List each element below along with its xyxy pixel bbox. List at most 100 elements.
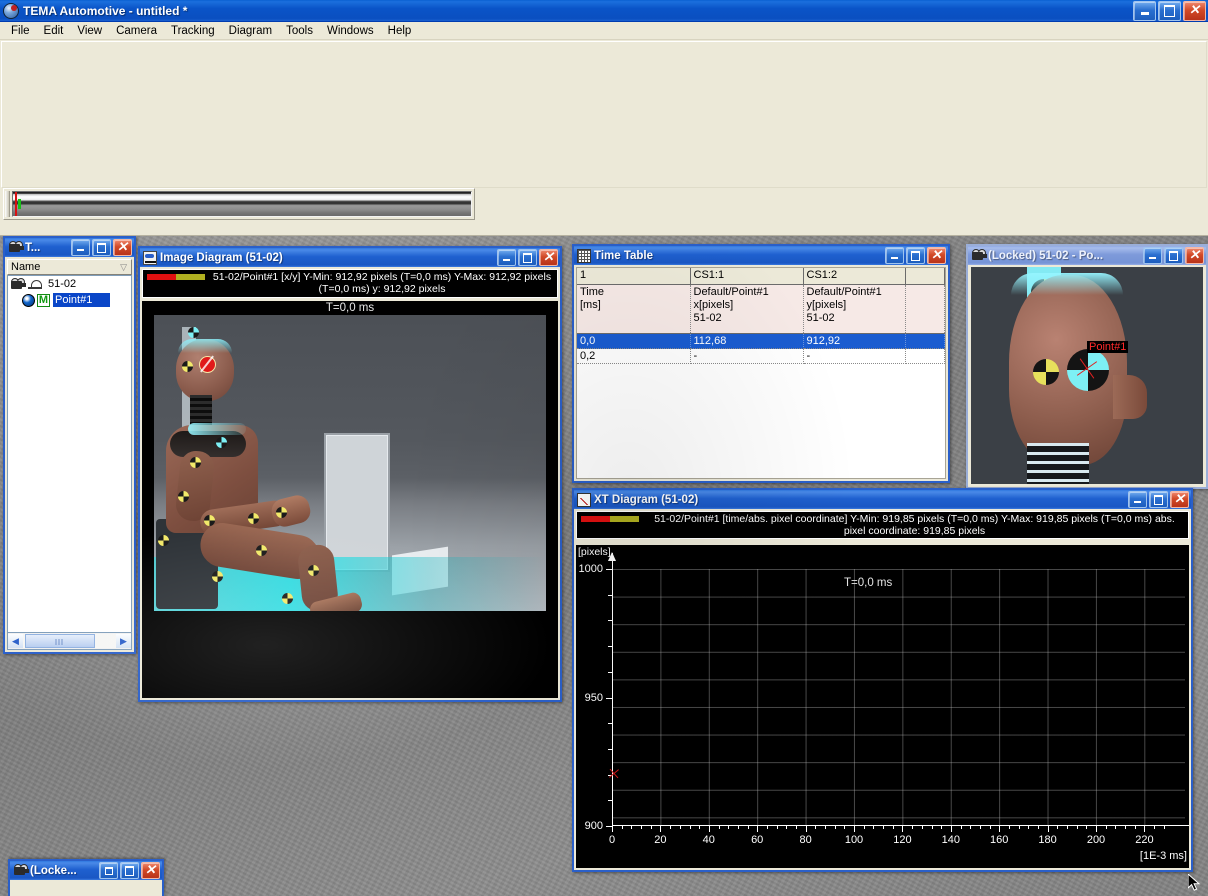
timeline-toolbar[interactable] [3,188,475,220]
subheader-line: 51-02 [806,312,835,324]
table-header-cell-1[interactable]: CS1:1 [690,268,804,285]
sort-indicator-icon: ▽ [120,261,127,272]
table-cell-x[interactable]: 112,68 [690,333,804,349]
locked-zoom-maximize-button[interactable] [1164,247,1183,264]
application-window: TEMA Automotive - untitled * ✕ File Edit… [0,0,1208,896]
x-axis-tick [1144,826,1146,832]
menu-file[interactable]: File [4,24,37,38]
table-subheader-cell-time: Time [ms] [577,284,691,334]
tracked-target-marker[interactable] [1067,349,1109,391]
main-maximize-button[interactable] [1158,0,1181,21]
time-table-title: Time Table [594,249,654,262]
image-diagram-maximize-button[interactable] [518,249,537,266]
time-table-maximize-button[interactable] [906,247,925,264]
table-cell-empty[interactable] [905,333,945,349]
table-cell-empty[interactable] [905,348,945,364]
tree-horizontal-scrollbar[interactable]: ◀ ▶ [7,632,132,650]
image-diagram-canvas[interactable]: T=0,0 ms [142,301,558,698]
menu-diagram[interactable]: Diagram [222,24,279,38]
tracking-target-marker [188,327,199,338]
minimized-maximize-button[interactable] [120,862,139,879]
image-diagram-window: Image Diagram (51-02) ✕ 51-02/Point#1 [x… [138,246,562,702]
minimized-restore-button[interactable] [99,862,118,879]
image-diagram-close-button[interactable]: ✕ [539,249,558,266]
tracked-point-marker[interactable] [200,357,215,372]
subheader-line: Time [580,286,605,298]
table-header-cell-0[interactable]: 1 [577,268,691,285]
legend-color-swatch [147,274,205,280]
locked-zoom-close-button[interactable]: ✕ [1185,247,1204,264]
locked-zoom-controls: ✕ [1143,247,1204,264]
crash-test-video-frame[interactable] [154,315,546,611]
timeline-marker-red[interactable] [15,192,17,216]
locked-zoom-title: (Locked) 51-02 - Po... [988,249,1104,262]
time-table-minimize-button[interactable] [885,247,904,264]
time-table-window: Time Table ✕ 1 CS1:1 CS1:2 Time [ms] Def… [572,244,950,483]
app-globe-icon [3,2,19,19]
time-table-close-button[interactable]: ✕ [927,247,946,264]
timeline-slider[interactable] [12,191,472,217]
x-axis-tick [708,826,710,832]
menu-help[interactable]: Help [381,24,419,38]
time-table-controls: ✕ [885,247,946,264]
xt-diagram-titlebar[interactable]: XT Diagram (51-02) ✕ [574,490,1191,509]
plot-gridlines [612,569,1185,826]
table-cell-y[interactable]: 912,92 [803,333,906,349]
table-cell-x[interactable]: - [690,348,804,364]
image-diagram-icon [143,250,157,265]
tree-scroll-thumb[interactable] [25,634,95,648]
main-minimize-button[interactable] [1133,0,1156,21]
y-axis-tick [606,697,613,699]
x-axis-tick [1096,826,1097,832]
menu-view[interactable]: View [70,24,109,38]
tracking-target-marker [248,513,259,524]
locked-zoom-titlebar[interactable]: (Locked) 51-02 - Po... ✕ [968,246,1206,265]
xt-diagram-plot-area[interactable]: [pixels] 1000 950 900 0 20 40 60 80 100 … [576,545,1189,868]
time-table-titlebar[interactable]: Time Table ✕ [574,246,948,265]
tracking-tree-titlebar[interactable]: T... ✕ [5,238,134,257]
table-row[interactable]: 0,2 - - [577,348,945,364]
table-cell-y[interactable]: - [803,348,906,364]
minimized-window-titlebar[interactable]: (Locke... ✕ [10,861,162,880]
toolbar-drag-grip[interactable] [5,191,10,217]
menu-camera[interactable]: Camera [109,24,164,38]
x-axis-tick-label: 200 [1086,834,1106,846]
data-point-marker[interactable] [608,767,620,779]
x-axis-tick [1047,826,1049,832]
y-axis-minor-tick [608,620,613,622]
main-window-controls: ✕ [1133,0,1206,21]
tree-node-sequence[interactable]: 51-02 [8,276,131,292]
table-header-cell-3[interactable] [905,268,945,285]
minimized-close-button[interactable]: ✕ [141,862,160,879]
table-cell-time[interactable]: 0,2 [577,348,691,364]
image-diagram-titlebar[interactable]: Image Diagram (51-02) ✕ [140,248,560,267]
tracking-tree-minimize-button[interactable] [71,239,90,256]
menu-tools[interactable]: Tools [279,24,320,38]
tree-node-point[interactable]: M Point#1 [8,292,131,308]
menu-edit[interactable]: Edit [37,24,71,38]
xt-diagram-minimize-button[interactable] [1128,491,1147,508]
tree-column-header-name[interactable]: Name ▽ [7,259,132,275]
xt-diagram-maximize-button[interactable] [1149,491,1168,508]
timeline-marker-green[interactable] [18,199,21,209]
scroll-left-icon[interactable]: ◀ [8,634,23,648]
table-cell-time[interactable]: 0,0 [577,333,691,349]
tree-scroll-track[interactable] [23,634,116,648]
scroll-right-icon[interactable]: ▶ [116,634,131,648]
xt-diagram-controls: ✕ [1128,491,1189,508]
tracking-tree-maximize-button[interactable] [92,239,111,256]
table-row[interactable]: 0,0 112,68 912,92 [577,333,945,349]
image-diagram-minimize-button[interactable] [497,249,516,266]
time-table-body[interactable]: 1 CS1:1 CS1:2 Time [ms] Default/Point#1 … [576,267,946,479]
main-close-button[interactable]: ✕ [1183,0,1206,21]
locked-zoom-minimize-button[interactable] [1143,247,1162,264]
tracking-tree-close-button[interactable]: ✕ [113,239,132,256]
menu-tracking[interactable]: Tracking [164,24,222,38]
tree-list[interactable]: 51-02 M Point#1 [7,275,132,633]
x-axis-unit-label: [1E-3 ms] [1139,850,1187,862]
locked-zoom-canvas[interactable]: Point#1 [971,267,1203,484]
table-header-cell-2[interactable]: CS1:2 [803,268,906,285]
main-titlebar: TEMA Automotive - untitled * ✕ [0,0,1208,22]
menu-windows[interactable]: Windows [320,24,381,38]
xt-diagram-close-button[interactable]: ✕ [1170,491,1189,508]
